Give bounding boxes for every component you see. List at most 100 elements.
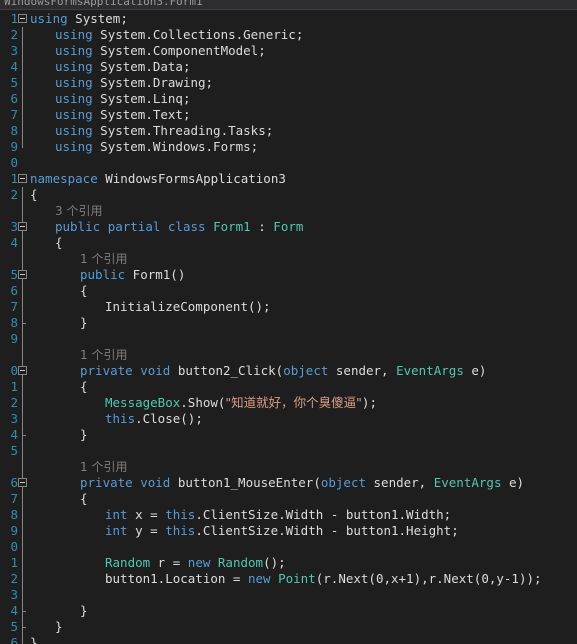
collapse-region-icon[interactable] bbox=[18, 14, 27, 23]
code-line[interactable]: 8 using System.Threading.Tasks; bbox=[0, 123, 577, 139]
code-text: int y = this.ClientSize.Width - button1.… bbox=[105, 523, 459, 539]
code-line[interactable]: 4} bbox=[0, 427, 577, 443]
code-token: private bbox=[80, 475, 133, 490]
code-token: InitializeComponent(); bbox=[105, 299, 271, 314]
fold-guide-line bbox=[22, 43, 23, 59]
code-editor-text-area[interactable]: 1 using System; 2 using System.Collections.… bbox=[0, 11, 577, 644]
fold-guide-line bbox=[22, 187, 23, 203]
code-line[interactable]: 7{ bbox=[0, 491, 577, 507]
code-token: Form1() bbox=[125, 267, 186, 282]
code-line[interactable]: 1 Random r = new Random(); bbox=[0, 555, 577, 571]
code-line[interactable]: 3 public partial class Form1 : Form bbox=[0, 219, 577, 235]
code-token: new bbox=[187, 555, 211, 570]
code-line[interactable]: 1 个引用 bbox=[0, 459, 577, 475]
code-text: using System; bbox=[30, 11, 128, 27]
code-line[interactable]: 9 bbox=[0, 331, 577, 347]
line-number: 4 bbox=[10, 59, 18, 74]
code-line[interactable]: 1 using System; bbox=[0, 11, 577, 27]
code-text: public partial class Form1 : Form bbox=[55, 219, 303, 235]
code-token: partial bbox=[107, 219, 161, 234]
code-editor-window: WindowsFormsApplication3.Form1 1 using Sy… bbox=[0, 0, 577, 644]
code-line[interactable]: 9 int y = this.ClientSize.Width - button1… bbox=[0, 523, 577, 539]
code-line[interactable]: 2{ bbox=[0, 187, 577, 203]
code-line[interactable]: 4{ bbox=[0, 235, 577, 251]
code-line[interactable]: 8 int x = this.ClientSize.Width - button1… bbox=[0, 507, 577, 523]
code-token: System.Windows.Forms; bbox=[92, 139, 259, 154]
code-text: { bbox=[80, 283, 88, 299]
code-line[interactable]: 5} bbox=[0, 619, 577, 635]
collapse-region-icon[interactable] bbox=[18, 366, 27, 375]
fold-guide-line bbox=[22, 315, 26, 331]
code-line[interactable]: 6 private void button1_MouseEnter(object … bbox=[0, 475, 577, 491]
code-line[interactable]: 1 个引用 bbox=[0, 347, 577, 363]
code-text: 1 个引用 bbox=[80, 251, 127, 267]
code-line[interactable]: 8} bbox=[0, 315, 577, 331]
code-token: 1 个引用 bbox=[80, 348, 128, 362]
code-text: using System.Windows.Forms; bbox=[55, 139, 258, 155]
code-line[interactable]: 4} bbox=[0, 603, 577, 619]
code-token: { bbox=[80, 491, 88, 506]
code-line[interactable]: 1 个引用 bbox=[0, 251, 577, 267]
code-token: using bbox=[55, 59, 93, 74]
line-number bbox=[0, 203, 18, 219]
code-token: Random bbox=[217, 555, 264, 570]
code-token: button1_MouseEnter( bbox=[170, 475, 321, 490]
code-line[interactable]: 3 using System.ComponentModel; bbox=[0, 43, 577, 59]
collapse-region-icon[interactable] bbox=[18, 270, 27, 279]
fold-guide-line bbox=[22, 635, 23, 644]
code-token: .ClientSize.Width - button1.Height; bbox=[195, 523, 459, 538]
code-text: using System.Data; bbox=[55, 59, 190, 75]
code-line[interactable]: 9 using System.Windows.Forms; bbox=[0, 139, 577, 155]
code-text: this.Close(); bbox=[105, 411, 203, 427]
collapse-region-icon[interactable] bbox=[18, 478, 27, 487]
code-text: int x = this.ClientSize.Width - button1.… bbox=[105, 507, 451, 523]
line-number: 1 bbox=[10, 11, 18, 26]
code-token: .ClientSize.Width - button1.Width; bbox=[195, 507, 452, 522]
line-number: 1 bbox=[10, 171, 18, 186]
code-line[interactable]: 0 private void button2_Click(object sende… bbox=[0, 363, 577, 379]
code-line[interactable]: 3 this.Close(); bbox=[0, 411, 577, 427]
code-line[interactable]: 3 个引用 bbox=[0, 203, 577, 219]
fold-guide-line bbox=[22, 427, 26, 443]
code-line[interactable]: 7 InitializeComponent(); bbox=[0, 299, 577, 315]
code-token: public bbox=[55, 219, 101, 234]
code-line[interactable]: 6{ bbox=[0, 283, 577, 299]
fold-guide-line bbox=[22, 619, 26, 635]
code-token: using bbox=[55, 43, 93, 58]
code-line[interactable]: 3 bbox=[0, 587, 577, 603]
line-number: 5 bbox=[10, 75, 18, 90]
code-token: private bbox=[80, 363, 133, 378]
code-text: using System.Linq; bbox=[55, 91, 190, 107]
collapse-region-icon[interactable] bbox=[18, 174, 27, 183]
code-token: : bbox=[250, 219, 274, 234]
code-token: } bbox=[55, 619, 63, 634]
code-line[interactable]: 5 using System.Drawing; bbox=[0, 75, 577, 91]
code-line[interactable]: 2 using System.Collections.Generic; bbox=[0, 27, 577, 43]
code-line[interactable]: 0 bbox=[0, 539, 577, 555]
code-line[interactable]: 1{ bbox=[0, 379, 577, 395]
code-line[interactable]: 0 bbox=[0, 155, 577, 171]
code-token: { bbox=[80, 283, 88, 298]
code-text: InitializeComponent(); bbox=[105, 299, 271, 315]
code-line[interactable]: 7 using System.Text; bbox=[0, 107, 577, 123]
code-token: (); bbox=[263, 555, 286, 570]
collapse-region-icon[interactable] bbox=[18, 222, 27, 231]
code-token: int bbox=[105, 523, 128, 538]
code-line[interactable]: 5 bbox=[0, 443, 577, 459]
line-number: 0 bbox=[10, 539, 18, 554]
fold-guide-line bbox=[22, 555, 23, 571]
code-line[interactable]: 2 MessageBox.Show("知道就好，你个臭傻逼"); bbox=[0, 395, 577, 411]
code-token: System.Text; bbox=[92, 107, 191, 122]
code-line[interactable]: 6 using System.Linq; bbox=[0, 91, 577, 107]
code-token: e) bbox=[463, 363, 487, 378]
code-line[interactable]: 4 using System.Data; bbox=[0, 59, 577, 75]
fold-guide-line bbox=[22, 379, 23, 395]
fold-guide-line bbox=[22, 459, 23, 475]
editor-breadcrumb-bar[interactable]: WindowsFormsApplication3.Form1 bbox=[0, 0, 577, 10]
code-line[interactable]: 6} bbox=[0, 635, 577, 644]
code-token: sender, bbox=[328, 363, 397, 378]
code-line[interactable]: 5 public Form1() bbox=[0, 267, 577, 283]
code-token: Random bbox=[105, 555, 151, 570]
code-line[interactable]: 2 button1.Location = new Point(r.Next(0,x… bbox=[0, 571, 577, 587]
code-line[interactable]: 1 namespace WindowsFormsApplication3 bbox=[0, 171, 577, 187]
